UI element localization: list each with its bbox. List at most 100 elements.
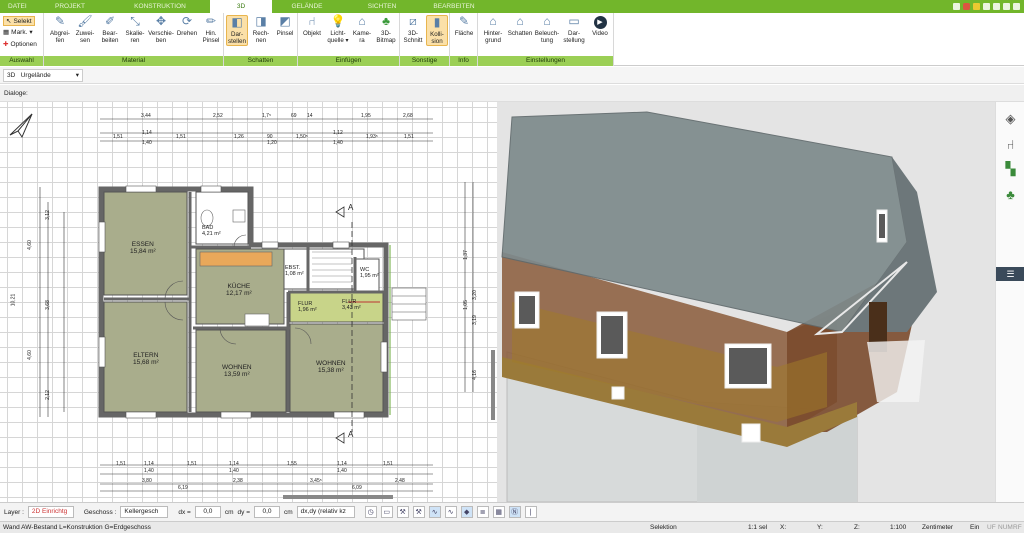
pin-icon[interactable]: ❘ [524,506,537,518]
verschieben-button[interactable]: ✥ Verschie- ben [147,15,175,44]
floor-plan-view[interactable]: A A ESSEN 15,84 m² BAD 4,21 m² KÜCHE 12,17 … [0,102,497,502]
dim-text: 6,09 [352,485,362,491]
window-icon[interactable]: ▭ [380,506,393,518]
record-icon[interactable] [963,3,970,10]
minimize-icon[interactable] [1013,3,1020,10]
wave2-icon[interactable]: ∿ [444,506,457,518]
view-selector[interactable]: 3D Urgelände ▾ [3,69,83,82]
tab-bearbeiten[interactable]: BEARBEITEN [422,0,486,13]
bearbeiten-button[interactable]: ✐ Bear- beiten [98,15,122,44]
group-label-auswahl: Auswahl [0,56,43,66]
beleuchtung-button[interactable]: ⌂ Beleuch- tung [534,15,560,44]
folder-icon[interactable] [973,3,980,10]
tools-icon[interactable]: ⚒ [396,506,409,518]
kamera-button[interactable]: ⌂ Kame- ra [351,15,373,44]
status-unit: Zentimeter [922,524,954,531]
zuweisen-button[interactable]: 🖌 Zuwei- sen [73,15,97,44]
dim-text: 2,52 [213,113,223,119]
undo-icon[interactable] [993,3,1000,10]
dim-text: 1,51 [176,134,186,140]
save-icon[interactable] [983,3,990,10]
dim-text: 4,60 [26,350,33,360]
scale-icon: ⤡ [130,14,140,29]
lichtquelle-button[interactable]: 💡 Licht- quelle ▾ [325,15,351,44]
dim-text: 1,14 [142,130,152,136]
geschoss-dropdown[interactable]: Kellergesch [120,506,169,518]
dim-text: 1,12 [333,130,343,136]
layers-icon[interactable]: ◈ [1002,110,1019,127]
palette-icon[interactable]: ▚ [1002,160,1019,177]
horizontal-scrollbar[interactable] [283,495,393,499]
ribbon-empty-area [614,13,1024,66]
abgreifen-button[interactable]: ✎ Abgrei- fen [48,15,72,44]
status-rf: RF [1013,524,1022,531]
flaeche-button[interactable]: ✎ Fläche [452,15,476,37]
dim-text: 6,19 [178,485,188,491]
hin-pinsel-button[interactable]: ✏ Hin. Pinsel [199,15,223,44]
darstellen-button[interactable]: ◧ Dar- stellen [226,15,248,47]
move-icon: ✥ [155,14,167,29]
chair-icon: ⑁ [308,14,316,29]
house-light-icon: ⌂ [543,14,551,29]
dim-text: 2,48 [395,478,405,484]
paint-icon[interactable] [953,3,960,10]
eyedropper-icon: ✎ [54,14,66,29]
tab-gelaende[interactable]: GELÄNDE [272,0,342,13]
tab-projekt[interactable]: PROJEKT [30,0,110,13]
status-x: X: [780,524,787,531]
tools2-icon[interactable]: ⚒ [412,506,425,518]
chair-icon[interactable]: ⑁ [1002,136,1019,153]
vertical-scrollbar[interactable] [491,350,495,420]
group-einfuegen: ⑁ Objekt 💡 Licht- quelle ▾ ⌂ Kame- ra ♣ 3D- … [298,13,400,66]
dx-input[interactable]: 0,0 [194,506,221,518]
north-icon[interactable]: Ⓝ [508,506,521,518]
drehen-button[interactable]: ⟳ Drehen [175,15,199,37]
video-button[interactable]: ▶ Video [588,15,612,37]
dim-text: 1,40 [142,140,152,146]
mark-icon: ▦ [3,29,10,36]
skalieren-button[interactable]: ⤡ Skalie- ren [123,15,147,44]
group-auswahl: ↖ Selekt ▦ Mark. ▾ ✚ Optionen Auswahl [0,13,44,66]
mode-dropdown[interactable]: dx,dy (relativ kz [296,506,355,518]
tab-3d[interactable]: 3D [210,0,272,13]
tree-icon[interactable]: ♣ [1002,186,1019,203]
chevron-down-icon: ▾ [75,72,79,79]
tab-konstruktion[interactable]: KONSTRUKTION [110,0,210,13]
tab-datei[interactable]: DATEI [0,0,30,13]
pinsel-button[interactable]: ◩ Pinsel [274,15,296,37]
dim-text: 1,51 [383,461,393,467]
dim-text: 3,68 [44,300,51,310]
3d-view[interactable] [497,102,995,502]
view-toolbar: 3D Urgelände ▾ [0,67,1024,84]
room-label: ESSEN 15,84 m² [130,241,156,255]
3d-bitmap-button[interactable]: ♣ 3D- Bitmap [374,15,398,44]
panel-toggle-button[interactable]: ☰ [996,267,1024,281]
layer-dropdown[interactable]: 2D Einrichtg [27,506,74,518]
dim-text: 1,14 [144,461,154,467]
grid-icon[interactable]: ▦ [492,506,505,518]
group-sonstige: ⧄ 3D- Schnitt ▮ Kolli- sion Sonstige [400,13,450,66]
selekt-button[interactable]: ↖ Selekt [3,16,35,26]
dim-text: 1,40 [144,468,154,474]
stack-icon[interactable]: ≣ [476,506,489,518]
dim-text: 3,45⁵ [310,478,322,484]
help-icon[interactable] [1003,3,1010,10]
cube-icon[interactable]: ◆ [460,506,473,518]
objekt-button[interactable]: ⑁ Objekt [300,15,324,37]
kollision-button[interactable]: ▮ Kolli- sion [426,15,448,47]
properties-bar: Layer : 2D Einrichtg Geschoss : Kellerge… [0,502,1024,521]
schatten-button[interactable]: ⌂ Schatten [506,15,534,37]
group-schatten: ◧ Dar- stellen ◨ Rech- nen ◩ Pinsel Schatte… [224,13,298,66]
clock-icon[interactable]: ◷ [364,506,377,518]
room-label: WOHNEN 13,59 m² [222,364,252,378]
optionen-button[interactable]: ✚ Optionen [3,40,37,49]
hintergrund-button[interactable]: ⌂ Hinter- grund [480,15,506,44]
darstellung-button[interactable]: ▭ Dar- stellung [561,15,587,44]
mark-button[interactable]: ▦ Mark. ▾ [3,28,33,37]
dy-input[interactable]: 0,0 [254,506,280,518]
status-z: Z: [854,524,860,531]
rechnen-button[interactable]: ◨ Rech- nen [250,15,272,44]
wave-icon[interactable]: ∿ [428,506,441,518]
3d-schnitt-button[interactable]: ⧄ 3D- Schnitt [402,15,424,44]
tab-sichten[interactable]: SICHTEN [342,0,422,13]
